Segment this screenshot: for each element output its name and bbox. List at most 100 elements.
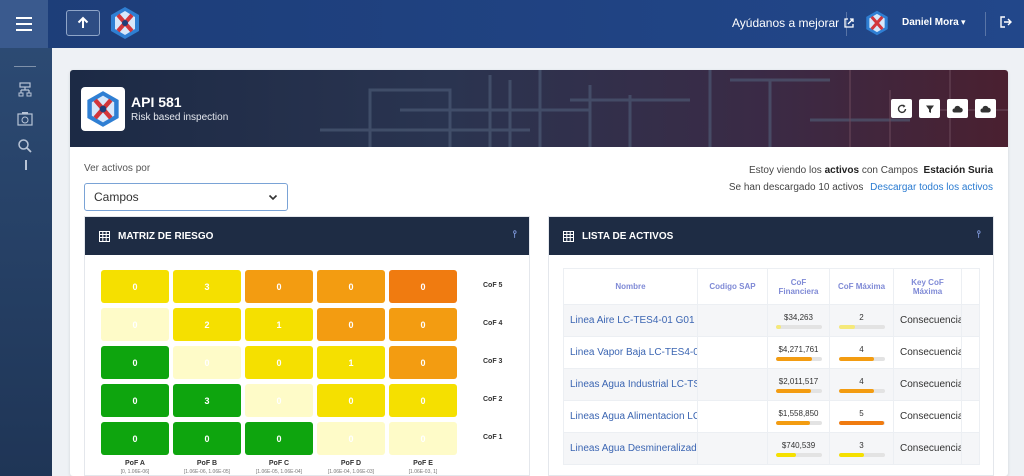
pof-range: [1.06E-05, 1.06E-04] — [255, 469, 303, 475]
asset-name-link[interactable]: Linea Vapor Baja LC-TES4-01 — [570, 347, 697, 358]
risk-matrix-panel: MATRIZ DE RIESGO ⫯ 0 3 0 0 0 CoF 5 0 2 1 0 0 CoF 40… — [84, 216, 530, 476]
risk-cell[interactable]: 0 — [245, 422, 313, 455]
risk-cell[interactable]: 0 — [101, 422, 169, 455]
risk-cell[interactable]: 0 — [389, 422, 457, 455]
table-icon — [563, 230, 574, 242]
app-logo — [81, 87, 125, 131]
divider — [14, 66, 36, 67]
risk-cell[interactable]: 0 — [101, 346, 169, 379]
risk-cell[interactable]: 3 — [173, 270, 241, 303]
col-cof-maxima[interactable]: CoF Máxima — [829, 268, 894, 305]
extra-cell — [961, 432, 980, 465]
risk-cell[interactable]: 0 — [317, 308, 385, 341]
risk-cell[interactable]: 3 — [173, 384, 241, 417]
risk-cell[interactable]: 0 — [101, 384, 169, 417]
risk-cell[interactable]: 0 — [317, 422, 385, 455]
asset-name-link[interactable]: Lineas Agua Desmineralizada — [570, 443, 697, 454]
pin-icon[interactable]: ⫯ — [977, 229, 981, 240]
risk-cell[interactable]: 0 — [101, 308, 169, 341]
asset-name-link[interactable]: Lineas Agua Industrial LC-TS4 — [570, 379, 697, 390]
menu-toggle-button[interactable] — [0, 0, 48, 48]
scroll-up-button[interactable] — [66, 10, 100, 36]
table-row[interactable]: Lineas Agua Desmineralizada $740,539 3 Cons… — [563, 432, 980, 465]
col-key-cof[interactable]: Key CoF Máxima — [893, 268, 962, 305]
table-row[interactable]: Lineas Agua Industrial LC-TS4 $2,011,517 4… — [563, 368, 980, 401]
gia-logo[interactable] — [108, 6, 142, 40]
pof-label: PoF D — [340, 460, 362, 467]
download-count: Se han descargado 10 activos — [728, 182, 864, 193]
download-summary: Se han descargado 10 activos Descargar t… — [729, 182, 993, 193]
risk-cell[interactable]: 0 — [245, 270, 313, 303]
gia-logo-icon — [87, 91, 119, 127]
filter-button[interactable] — [919, 99, 940, 118]
station-name: Estación Suria — [923, 165, 993, 176]
table-row[interactable]: Lineas Agua Alimentacion LC- $1,558,850 5 C… — [563, 400, 980, 433]
page-title: API 581 — [131, 94, 182, 110]
key-cof-value: Consecuencia — [900, 347, 962, 358]
risk-cell[interactable]: 1 — [317, 346, 385, 379]
risk-matrix-header: MATRIZ DE RIESGO ⫯ — [85, 217, 529, 255]
asset-name-link[interactable]: Linea Aire LC-TES4-01 G01 — [570, 315, 695, 326]
cof-label: CoF 5 — [483, 282, 503, 289]
assets-header: LISTA DE ACTIVOS ⫯ — [549, 217, 993, 255]
cof-financiera-value: $34,263 — [784, 312, 813, 322]
risk-cell[interactable]: 0 — [389, 384, 457, 417]
group-by-select[interactable]: Campos — [84, 183, 288, 211]
header-banner: API 581 Risk based inspection — [70, 70, 1008, 147]
filter-label: Ver activos por — [84, 163, 151, 174]
cof-financiera-value: $2,011,517 — [778, 376, 819, 386]
risk-cell[interactable]: 2 — [173, 308, 241, 341]
sap-cell — [697, 368, 768, 401]
risk-cell[interactable]: 0 — [173, 422, 241, 455]
user-name[interactable]: Daniel Mora — [902, 17, 959, 28]
table-row[interactable]: Linea Aire LC-TES4-01 G01 $34,263 2 Consecu… — [563, 304, 980, 337]
download-button[interactable] — [975, 99, 996, 118]
pof-range: [1.06E-06, 1.06E-05] — [183, 469, 231, 475]
cof-financiera-bar — [775, 388, 822, 393]
table-icon — [99, 230, 110, 242]
download-all-link[interactable]: Descargar todos los activos — [870, 182, 993, 193]
divider — [846, 12, 847, 36]
user-avatar[interactable] — [864, 10, 890, 36]
asset-name-link[interactable]: Lineas Agua Alimentacion LC- — [570, 411, 697, 422]
table-row[interactable]: Linea Vapor Baja LC-TES4-01 $4,271,761 4 Co… — [563, 336, 980, 369]
assets-panel: LISTA DE ACTIVOS ⫯ Nombre Codigo SAP CoF… — [548, 216, 994, 476]
extra-cell — [961, 368, 980, 401]
risk-cell[interactable]: 0 — [245, 384, 313, 417]
cof-financiera-bar — [775, 324, 822, 329]
extra-cell — [961, 304, 980, 337]
cof-maxima-bar — [838, 420, 885, 425]
upload-button[interactable] — [947, 99, 968, 118]
cof-financiera-value: $4,271,761 — [778, 344, 819, 354]
cof-maxima-value: 3 — [859, 440, 864, 450]
refresh-button[interactable] — [891, 99, 912, 118]
risk-cell[interactable]: 0 — [245, 346, 313, 379]
cof-maxima-bar — [838, 356, 885, 361]
risk-cell[interactable]: 0 — [101, 270, 169, 303]
logout-icon[interactable] — [1000, 16, 1012, 28]
col-nombre[interactable]: Nombre — [563, 268, 698, 305]
risk-cell[interactable]: 0 — [389, 308, 457, 341]
cof-label: CoF 1 — [483, 434, 503, 441]
risk-cell[interactable]: 0 — [173, 346, 241, 379]
view-summary-prefix: Estoy viendo los — [748, 165, 822, 176]
col-cof-financiera[interactable]: CoF Financiera — [767, 268, 830, 305]
refinery-background-image — [320, 70, 1008, 147]
feedback-link[interactable]: Ayúdanos a mejorar — [732, 16, 854, 30]
pin-icon[interactable]: ⫯ — [513, 229, 517, 240]
search-icon[interactable] — [17, 138, 33, 154]
sitemap-icon[interactable] — [17, 82, 33, 98]
view-summary-bold: activos — [824, 165, 860, 176]
view-summary-middle: con Campos — [861, 165, 918, 176]
risk-cell[interactable]: 0 — [389, 346, 457, 379]
sidebar-marker — [25, 160, 27, 170]
risk-cell[interactable]: 0 — [317, 384, 385, 417]
risk-cell[interactable]: 0 — [389, 270, 457, 303]
key-cof-value: Consecuencia — [900, 379, 962, 390]
col-sap[interactable]: Codigo SAP — [697, 268, 768, 305]
chevron-down-icon[interactable]: ▾ — [961, 17, 966, 28]
risk-cell[interactable]: 0 — [317, 270, 385, 303]
risk-cell[interactable]: 1 — [245, 308, 313, 341]
image-icon[interactable] — [17, 111, 33, 127]
pof-range: [0, 1.06E-06] — [120, 469, 150, 475]
